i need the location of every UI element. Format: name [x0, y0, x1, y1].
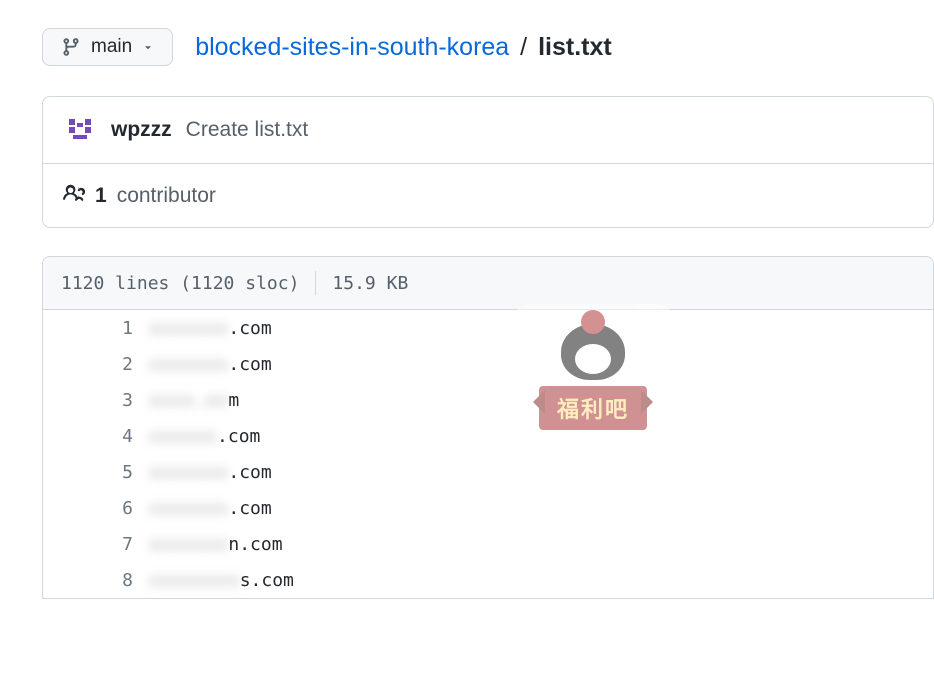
blurred-text: xxxxxx [149, 426, 217, 447]
line-content: xxxxxxx.com [149, 318, 272, 339]
contributor-count: 1 [95, 184, 107, 208]
line-content: xxxxxxxn.com [149, 534, 283, 555]
people-icon [63, 182, 85, 209]
line-content: xxxxxxxxs.com [149, 570, 294, 591]
code-line: 6xxxxxxx.com [43, 490, 933, 526]
blurred-text: xxxxxxx [149, 498, 228, 519]
blurred-text: xxxx.xx [149, 390, 228, 411]
blurred-text: xxxxxxxx [149, 570, 240, 591]
breadcrumb-separator: / [520, 33, 527, 61]
line-number[interactable]: 4 [43, 426, 149, 447]
breadcrumb-file: list.txt [538, 33, 612, 61]
line-content: xxxx.xxm [149, 390, 239, 411]
clear-text: n.com [228, 534, 282, 555]
line-number[interactable]: 3 [43, 390, 149, 411]
clear-text: .com [228, 354, 271, 375]
line-content: xxxxxxx.com [149, 462, 272, 483]
branch-select-button[interactable]: main [42, 28, 173, 66]
line-number[interactable]: 7 [43, 534, 149, 555]
blurred-text: xxxxxxx [149, 462, 228, 483]
blurred-text: xxxxxxx [149, 318, 228, 339]
line-content: xxxxxxx.com [149, 498, 272, 519]
clear-text: .com [217, 426, 260, 447]
line-number[interactable]: 1 [43, 318, 149, 339]
line-number[interactable]: 2 [43, 354, 149, 375]
caret-down-icon [142, 41, 154, 53]
code-line: 7xxxxxxxn.com [43, 526, 933, 562]
code-line: 1xxxxxxx.com [43, 310, 933, 346]
avatar[interactable] [63, 113, 97, 147]
clear-text: .com [228, 462, 271, 483]
stats-divider [315, 271, 316, 295]
code-line: 5xxxxxxx.com [43, 454, 933, 490]
clear-text: s.com [240, 570, 294, 591]
blurred-text: xxxxxxx [149, 354, 228, 375]
contributor-label: contributor [117, 184, 216, 208]
commit-panel: wpzzz Create list.txt 1 contributor [42, 96, 934, 228]
code-line: 8xxxxxxxxs.com [43, 562, 933, 598]
file-size: 15.9 KB [332, 273, 408, 294]
breadcrumb: blocked-sites-in-south-korea / list.txt [195, 33, 612, 62]
contributors-row[interactable]: 1 contributor [43, 164, 933, 227]
file-panel: 1120 lines (1120 sloc) 15.9 KB 福利吧 1xxxx… [42, 256, 934, 599]
code-line: 3xxxx.xxm [43, 382, 933, 418]
clear-text: .com [228, 318, 271, 339]
file-line-count: 1120 lines (1120 sloc) [61, 273, 299, 294]
clear-text: .com [228, 498, 271, 519]
branch-name: main [91, 36, 132, 58]
breadcrumb-repo-link[interactable]: blocked-sites-in-south-korea [195, 33, 509, 61]
commit-author-link[interactable]: wpzzz [111, 118, 172, 142]
line-number[interactable]: 5 [43, 462, 149, 483]
line-content: xxxxxx.com [149, 426, 260, 447]
code-line: 2xxxxxxx.com [43, 346, 933, 382]
file-stats-bar: 1120 lines (1120 sloc) 15.9 KB [43, 257, 933, 310]
blurred-text: xxxxxxx [149, 534, 228, 555]
git-branch-icon [61, 37, 81, 57]
file-content: 福利吧 1xxxxxxx.com2xxxxxxx.com3xxxx.xxm4xx… [43, 310, 933, 598]
line-number[interactable]: 6 [43, 498, 149, 519]
clear-text: m [228, 390, 239, 411]
latest-commit-row: wpzzz Create list.txt [43, 97, 933, 164]
line-content: xxxxxxx.com [149, 354, 272, 375]
line-number[interactable]: 8 [43, 570, 149, 591]
commit-message[interactable]: Create list.txt [186, 118, 309, 142]
code-line: 4xxxxxx.com [43, 418, 933, 454]
